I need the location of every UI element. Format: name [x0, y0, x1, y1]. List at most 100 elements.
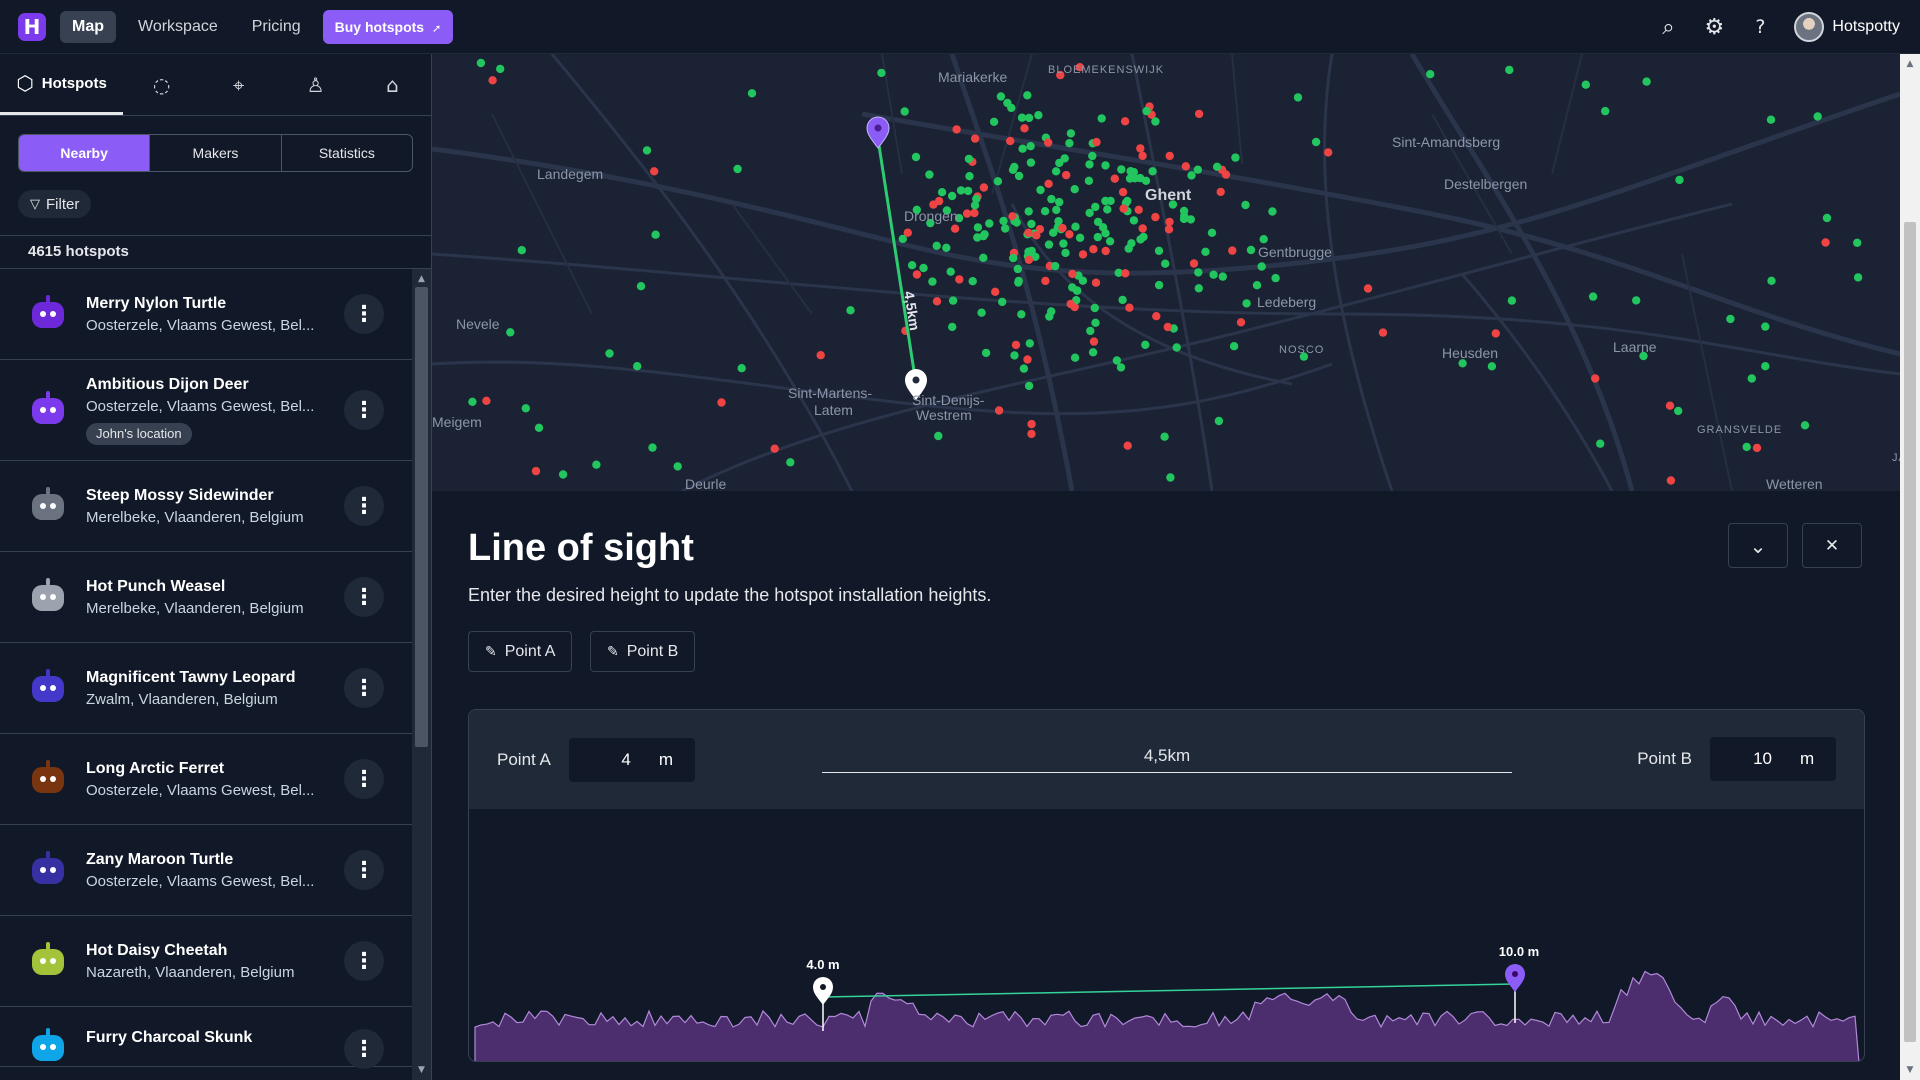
online-hotspot-dot[interactable]: [964, 154, 974, 164]
offline-hotspot-dot[interactable]: [1123, 441, 1132, 450]
online-hotspot-dot[interactable]: [979, 253, 988, 262]
hotspot-map[interactable]: 4,5km Landegem Nevele Drongen Ghent Gentbrug…: [432, 54, 1900, 491]
online-hotspot-dot[interactable]: [1596, 439, 1605, 448]
hotspot-name[interactable]: Zany Maroon Turtle: [86, 851, 316, 869]
online-hotspot-dot[interactable]: [1800, 421, 1810, 430]
hotspotty-logo[interactable]: H: [18, 12, 46, 41]
online-hotspot-dot[interactable]: [1311, 137, 1321, 147]
list-item[interactable]: Magnificent Tawny Leopard Zwalm, Vlaander…: [0, 643, 412, 734]
online-hotspot-dot[interactable]: [1588, 292, 1598, 301]
online-hotspot-dot[interactable]: [1017, 310, 1026, 319]
point-a-height-input[interactable]: 4 m: [568, 737, 695, 782]
offline-hotspot-dot[interactable]: [1165, 151, 1174, 161]
offline-hotspot-dot[interactable]: [1194, 109, 1204, 119]
online-hotspot-dot[interactable]: [521, 404, 530, 413]
online-hotspot-dot[interactable]: [476, 58, 486, 68]
online-hotspot-dot[interactable]: [1246, 245, 1256, 255]
buy-hotspots-button[interactable]: Buy hotspots ➚: [322, 9, 454, 44]
tab-circle-dashed[interactable]: ◌: [123, 54, 200, 115]
online-hotspot-dot[interactable]: [1761, 322, 1770, 331]
online-hotspot-dot[interactable]: [1024, 207, 1033, 216]
nav-workspace[interactable]: Workspace: [126, 11, 230, 43]
online-hotspot-dot[interactable]: [1091, 202, 1100, 212]
online-hotspot-dot[interactable]: [1172, 343, 1181, 352]
help-icon[interactable]: ?: [1748, 16, 1772, 38]
online-hotspot-dot[interactable]: [1101, 196, 1110, 206]
online-hotspot-dot[interactable]: [999, 216, 1008, 226]
online-hotspot-dot[interactable]: [948, 296, 958, 305]
online-hotspot-dot[interactable]: [1207, 228, 1217, 237]
scroll-down-arrow[interactable]: ▼: [412, 1062, 431, 1078]
online-hotspot-dot[interactable]: [1674, 406, 1683, 416]
online-hotspot-dot[interactable]: [1012, 218, 1021, 227]
offline-hotspot-dot[interactable]: [1118, 187, 1128, 197]
online-hotspot-dot[interactable]: [947, 191, 957, 201]
online-hotspot-dot[interactable]: [1086, 326, 1095, 336]
more-options-icon[interactable]: ⋮: [344, 390, 384, 430]
online-hotspot-dot[interactable]: [1853, 238, 1862, 247]
online-hotspot-dot[interactable]: [1166, 473, 1175, 482]
online-hotspot-dot[interactable]: [1055, 197, 1064, 207]
online-hotspot-dot[interactable]: [948, 322, 957, 332]
online-hotspot-dot[interactable]: [973, 233, 982, 242]
offline-hotspot-dot[interactable]: [962, 209, 972, 218]
online-hotspot-dot[interactable]: [1194, 284, 1203, 293]
online-hotspot-dot[interactable]: [1014, 171, 1024, 181]
list-item[interactable]: Hot Daisy Cheetah Nazareth, Vlaanderen, B…: [0, 916, 412, 1007]
online-hotspot-dot[interactable]: [1209, 270, 1218, 279]
online-hotspot-dot[interactable]: [934, 431, 943, 441]
online-hotspot-dot[interactable]: [1505, 65, 1514, 75]
online-hotspot-dot[interactable]: [1154, 280, 1164, 290]
collapse-button[interactable]: ⌄: [1728, 523, 1788, 568]
offline-hotspot-dot[interactable]: [717, 398, 726, 407]
online-hotspot-dot[interactable]: [1853, 273, 1863, 282]
offline-hotspot-dot[interactable]: [1120, 117, 1130, 126]
online-hotspot-dot[interactable]: [993, 177, 1003, 186]
nav-pricing[interactable]: Pricing: [240, 11, 313, 43]
offline-hotspot-dot[interactable]: [1065, 230, 1074, 239]
online-hotspot-dot[interactable]: [1070, 185, 1079, 194]
online-hotspot-dot[interactable]: [1072, 286, 1082, 295]
online-hotspot-dot[interactable]: [900, 107, 909, 116]
online-hotspot-dot[interactable]: [1151, 117, 1160, 126]
offline-hotspot-dot[interactable]: [1138, 224, 1147, 233]
online-hotspot-dot[interactable]: [1426, 70, 1435, 79]
online-hotspot-dot[interactable]: [1766, 115, 1776, 124]
offline-hotspot-dot[interactable]: [1027, 429, 1036, 439]
more-options-icon[interactable]: ⋮: [344, 1029, 384, 1069]
online-hotspot-dot[interactable]: [1822, 213, 1832, 223]
online-hotspot-dot[interactable]: [517, 246, 526, 255]
online-hotspot-dot[interactable]: [1154, 246, 1164, 255]
online-hotspot-dot[interactable]: [907, 261, 917, 270]
more-options-icon[interactable]: ⋮: [344, 577, 384, 617]
scroll-up-arrow[interactable]: ▲: [412, 271, 431, 287]
offline-hotspot-dot[interactable]: [979, 183, 989, 192]
online-hotspot-dot[interactable]: [1141, 340, 1150, 349]
online-hotspot-dot[interactable]: [1105, 237, 1115, 246]
offline-hotspot-dot[interactable]: [1165, 217, 1174, 227]
online-hotspot-dot[interactable]: [1093, 232, 1102, 242]
online-hotspot-dot[interactable]: [1101, 161, 1110, 170]
offline-hotspot-dot[interactable]: [1011, 340, 1021, 350]
offline-hotspot-dot[interactable]: [482, 396, 491, 405]
offline-hotspot-dot[interactable]: [531, 466, 541, 476]
offline-hotspot-dot[interactable]: [1089, 245, 1098, 254]
online-hotspot-dot[interactable]: [972, 194, 981, 204]
offline-hotspot-dot[interactable]: [1151, 212, 1160, 222]
offline-hotspot-dot[interactable]: [1378, 328, 1388, 337]
offline-hotspot-dot[interactable]: [650, 167, 659, 176]
online-hotspot-dot[interactable]: [1271, 273, 1280, 283]
online-hotspot-dot[interactable]: [1187, 171, 1196, 180]
offline-hotspot-dot[interactable]: [970, 208, 979, 218]
offline-hotspot-dot[interactable]: [1491, 329, 1501, 338]
online-hotspot-dot[interactable]: [468, 397, 477, 406]
online-hotspot-dot[interactable]: [1052, 205, 1061, 215]
search-icon[interactable]: ⌕: [1656, 15, 1680, 40]
offline-hotspot-dot[interactable]: [816, 351, 825, 360]
offline-hotspot-dot[interactable]: [1189, 259, 1199, 268]
offline-hotspot-dot[interactable]: [903, 228, 912, 237]
close-button[interactable]: ✕: [1802, 523, 1862, 568]
online-hotspot-dot[interactable]: [1257, 262, 1266, 271]
online-hotspot-dot[interactable]: [928, 277, 937, 286]
online-hotspot-dot[interactable]: [1201, 247, 1210, 256]
